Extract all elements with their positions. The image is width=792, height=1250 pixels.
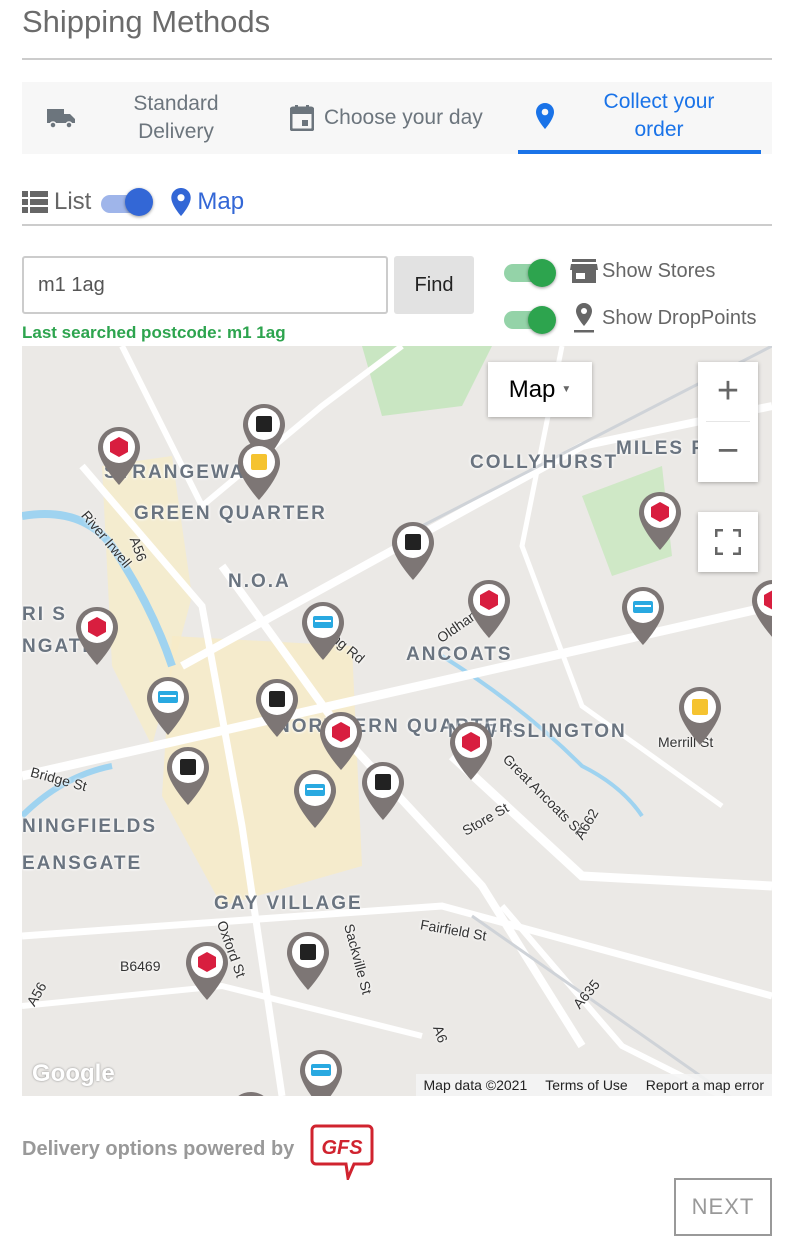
map-pin-red[interactable] xyxy=(750,578,772,640)
next-button[interactable]: NEXT xyxy=(674,1178,772,1236)
shipping-tabs: Standard Delivery Choose your day Collec… xyxy=(22,82,772,154)
find-button[interactable]: Find xyxy=(394,256,474,314)
map-pin-icon xyxy=(536,103,554,129)
map-pin-blue[interactable] xyxy=(292,768,338,830)
map[interactable]: STRANGEWAYS GREEN QUARTER COLLYHURST MILES … xyxy=(22,346,772,1096)
zoom-in-button[interactable]: + xyxy=(706,362,750,422)
truck-icon xyxy=(47,109,75,129)
zoom-out-button[interactable]: − xyxy=(698,422,758,481)
map-area-label: GAY VILLAGE xyxy=(214,893,363,914)
map-area-label: NINGFIELDS xyxy=(22,816,158,837)
show-droppoints-toggle[interactable] xyxy=(504,306,556,334)
terms-of-use-link[interactable]: Terms of Use xyxy=(545,1077,627,1093)
map-pin-red[interactable] xyxy=(637,490,683,552)
show-stores-filter: Show Stores xyxy=(504,259,716,287)
map-pin-icon xyxy=(171,188,192,216)
map-area-label: ANCOATS xyxy=(406,644,513,665)
map-pin-black[interactable] xyxy=(254,677,300,739)
map-pin-black[interactable] xyxy=(165,745,211,807)
show-stores-toggle[interactable] xyxy=(504,259,556,287)
list-map-switch[interactable] xyxy=(101,188,154,216)
page-title: Shipping Methods xyxy=(22,4,271,39)
powered-by-text: Delivery options powered by xyxy=(22,1138,295,1160)
gfs-logo: GFS xyxy=(310,1124,374,1180)
tab-collect-your-order[interactable]: Collect your order xyxy=(518,82,761,154)
map-pin-blue[interactable] xyxy=(300,600,346,662)
map-pin-blue[interactable] xyxy=(620,585,666,647)
map-pin-black[interactable] xyxy=(390,520,436,582)
show-droppoints-label: Show DropPoints xyxy=(602,306,757,329)
map-pin-red[interactable] xyxy=(96,425,142,487)
map-area-label: COLLYHURST xyxy=(470,452,619,473)
divider xyxy=(22,224,772,226)
map-attribution: Map data ©2021 Terms of Use Report a map… xyxy=(415,1074,772,1096)
map-area-label: MILES P xyxy=(616,438,707,459)
caret-down-icon: ▼ xyxy=(561,384,572,395)
map-street-label: B6469 xyxy=(120,958,161,974)
map-pin-icon xyxy=(574,303,594,333)
map-data-credit: Map data ©2021 xyxy=(423,1077,528,1093)
postcode-input[interactable] xyxy=(22,256,388,314)
map-pin-red[interactable] xyxy=(318,710,364,772)
tab-standard-delivery[interactable]: Standard Delivery xyxy=(22,82,272,154)
map-pin-black[interactable] xyxy=(285,930,331,992)
map-pin-black[interactable] xyxy=(360,760,406,822)
divider xyxy=(22,58,772,60)
store-icon xyxy=(570,259,598,283)
google-logo: Google xyxy=(32,1060,115,1087)
tab-label: Choose your day xyxy=(324,106,483,129)
fullscreen-button[interactable] xyxy=(698,512,758,572)
show-stores-label: Show Stores xyxy=(602,259,716,282)
map-pin-black[interactable] xyxy=(228,1090,274,1096)
tab-choose-your-day[interactable]: Choose your day xyxy=(290,82,520,154)
map-pin-blue[interactable] xyxy=(145,675,191,737)
list-label[interactable]: List xyxy=(54,188,91,216)
map-pin-red[interactable] xyxy=(448,720,494,782)
map-area-label: EANSGATE xyxy=(22,853,143,874)
show-droppoints-filter: Show DropPoints xyxy=(504,303,757,334)
map-area-label: N.O.A xyxy=(228,571,291,592)
report-map-error-link[interactable]: Report a map error xyxy=(646,1077,764,1093)
map-pin-blue[interactable] xyxy=(298,1048,344,1096)
tab-label: Collect your order xyxy=(603,90,715,141)
tab-label: Standard Delivery xyxy=(133,92,219,143)
svg-text:GFS: GFS xyxy=(321,1137,363,1159)
map-pin-red[interactable] xyxy=(466,578,512,640)
map-type-button[interactable]: Map ▼ xyxy=(488,362,592,417)
map-area-label: RI S xyxy=(22,604,67,625)
map-pin-red[interactable] xyxy=(184,940,230,1002)
map-pin-red[interactable] xyxy=(74,605,120,667)
view-toggle: List Map xyxy=(22,184,244,220)
map-type-label: Map xyxy=(508,375,556,403)
calendar-icon xyxy=(290,105,314,131)
map-label[interactable]: Map xyxy=(197,188,244,216)
list-icon xyxy=(22,191,48,213)
map-pin-yellow[interactable] xyxy=(236,440,282,502)
map-area-label: GREEN QUARTER xyxy=(134,503,327,524)
last-searched-postcode: Last searched postcode: m1 1ag xyxy=(22,323,286,342)
fullscreen-icon xyxy=(715,529,741,555)
zoom-controls: + − xyxy=(698,362,758,482)
map-pin-yellow[interactable] xyxy=(677,685,723,747)
